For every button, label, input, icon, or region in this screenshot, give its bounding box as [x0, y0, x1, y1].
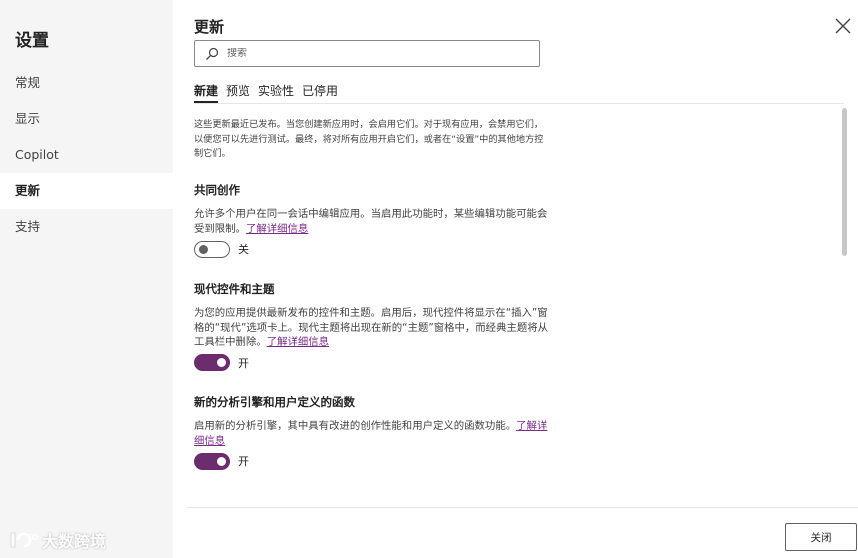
sidebar-item-display[interactable]: 显示 — [0, 101, 173, 137]
settings-sidebar: 设置 常规 显示 Copilot 更新 支持 大数跨境 — [0, 0, 173, 558]
toggle-row: 开 — [194, 452, 550, 470]
toggle-row: 关 — [194, 240, 550, 258]
watermark-logo-icon — [10, 532, 38, 548]
sidebar-item-updates[interactable]: 更新 — [0, 173, 173, 209]
sidebar-item-copilot[interactable]: Copilot — [0, 137, 173, 173]
toggle-state-label: 关 — [238, 243, 249, 256]
learn-more-link[interactable]: 了解详细信息 — [246, 223, 308, 235]
search-input[interactable] — [227, 48, 527, 59]
search-icon — [206, 47, 219, 60]
toggle-state-label: 开 — [238, 356, 249, 370]
setting-title: 现代控件和主题 — [194, 282, 275, 296]
tab-experimental[interactable]: 实验性 — [258, 82, 294, 102]
tab-retired[interactable]: 已停用 — [302, 82, 338, 102]
toggle-knob — [199, 244, 208, 254]
toggle-row: 开 — [194, 354, 550, 372]
updates-scroll-area[interactable]: 这些更新最近已发布。当您创建新应用时，会启用它们。对于现有应用，会禁用它们，以便… — [173, 104, 858, 506]
toggle-state-label: 开 — [238, 455, 249, 468]
setting-description: 允许多个用户在同一会话中编辑应用。当启用此功能时，某些编辑功能可能会受到限制。了… — [194, 208, 548, 235]
watermark: 大数跨境 — [8, 528, 106, 552]
setting-title: 共同创作 — [194, 183, 240, 197]
sidebar-title: 设置 — [15, 31, 49, 51]
tab-list: 新建 预览 实验性 已停用 — [194, 82, 338, 103]
close-button[interactable]: 关闭 — [785, 523, 857, 551]
footer-divider — [187, 507, 858, 508]
modern-controls-toggle[interactable] — [194, 354, 230, 371]
analysis-engine-toggle[interactable] — [194, 452, 230, 470]
setting-modern-controls: 现代控件和主题 为您的应用提供最新发布的控件和主题。启用后，现代控件将显示在“插… — [194, 281, 550, 372]
setting-description: 启用新的分析引擎，其中具有改进的创作性能和用户定义的函数功能。了解详细信息 — [194, 420, 548, 447]
intro-text: 这些更新最近已发布。当您创建新应用时，会启用它们。对于现有应用，会禁用它们，以便… — [194, 119, 544, 159]
setting-coauthoring: 共同创作 允许多个用户在同一会话中编辑应用。当启用此功能时，某些编辑功能可能会受… — [194, 182, 550, 258]
toggle-knob — [217, 358, 226, 367]
sidebar-item-general[interactable]: 常规 — [0, 65, 173, 101]
setting-analysis-engine: 新的分析引擎和用户定义的函数 启用新的分析引擎，其中具有改进的创作性能和用户定义… — [194, 394, 550, 470]
tab-new[interactable]: 新建 — [194, 82, 219, 103]
setting-description: 为您的应用提供最新发布的控件和主题。启用后，现代控件将显示在“插入”窗格的“现代… — [194, 307, 549, 348]
vertical-scrollbar[interactable] — [842, 108, 847, 256]
search-box[interactable] — [194, 40, 540, 67]
tab-preview[interactable]: 预览 — [226, 82, 250, 102]
coauthoring-toggle[interactable] — [194, 240, 230, 258]
close-icon[interactable] — [833, 16, 853, 36]
page-title: 更新 — [194, 18, 225, 36]
watermark-text: 大数跨境 — [42, 532, 107, 551]
setting-title: 新的分析引擎和用户定义的函数 — [194, 395, 355, 409]
learn-more-link[interactable]: 了解详细信息 — [267, 336, 329, 348]
toggle-knob — [217, 456, 226, 466]
sidebar-item-support[interactable]: 支持 — [0, 209, 173, 245]
updates-panel: 更新 新建 预览 实验性 已停用 这些更新最近已发布。当您创建新应用时，会启用它… — [173, 0, 858, 558]
